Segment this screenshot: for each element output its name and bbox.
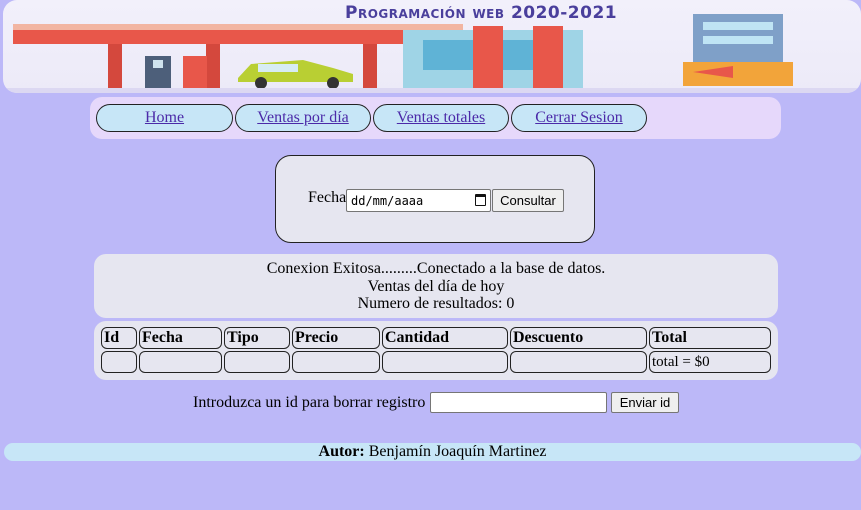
table-header-descuento: Descuento bbox=[510, 327, 647, 349]
nav-cerrar-sesion-link[interactable]: Cerrar Sesion bbox=[511, 104, 647, 132]
header-banner: Programación web 2020-2021 bbox=[3, 0, 861, 93]
table-cell bbox=[292, 351, 380, 373]
table-header-fecha: Fecha bbox=[139, 327, 222, 349]
table-cell bbox=[101, 351, 137, 373]
table-cell bbox=[139, 351, 222, 373]
sales-table: Id Fecha Tipo Precio Cantidad Descuento … bbox=[94, 321, 778, 380]
author-name: Benjamín Joaquín Martinez bbox=[368, 443, 547, 460]
results-count: Numero de resultados: 0 bbox=[357, 295, 515, 312]
connection-status: Conexion Exitosa.........Conectado a la … bbox=[266, 260, 606, 277]
date-query-form: Fecha dd/mm/aaaa Consultar bbox=[275, 155, 595, 243]
footer: Autor: Benjamín Joaquín Martinez bbox=[4, 443, 861, 461]
banner-title: Programación web 2020-2021 bbox=[345, 3, 618, 23]
nav-bar: Home Ventas por día Ventas totales Cerra… bbox=[90, 97, 781, 139]
status-panel: Conexion Exitosa.........Conectado a la … bbox=[94, 254, 778, 318]
date-label: Fecha bbox=[308, 189, 347, 206]
nav-ventas-totales-link[interactable]: Ventas totales bbox=[373, 104, 509, 132]
table-header-id: Id bbox=[101, 327, 137, 349]
delete-id-label: Introduzca un id para borrar registro bbox=[193, 394, 426, 411]
author-label: Autor: bbox=[318, 443, 365, 460]
table-cell bbox=[382, 351, 508, 373]
date-placeholder: dd/mm/aaaa bbox=[351, 193, 424, 208]
table-header-precio: Precio bbox=[292, 327, 380, 349]
table-total-cell: total = $0 bbox=[649, 351, 771, 373]
table-header-tipo: Tipo bbox=[224, 327, 290, 349]
sales-heading: Ventas del día de hoy bbox=[367, 277, 505, 295]
table-header-total: Total bbox=[649, 327, 771, 349]
delete-id-input[interactable] bbox=[430, 392, 607, 413]
nav-ventas-por-dia-link[interactable]: Ventas por día bbox=[235, 104, 371, 132]
table-cell bbox=[224, 351, 290, 373]
table-header-cantidad: Cantidad bbox=[382, 327, 508, 349]
nav-home-link[interactable]: Home bbox=[96, 104, 233, 132]
enviar-id-button[interactable]: Enviar id bbox=[611, 392, 679, 413]
consultar-button[interactable]: Consultar bbox=[492, 189, 564, 212]
table-cell bbox=[510, 351, 647, 373]
date-input[interactable]: dd/mm/aaaa bbox=[346, 189, 491, 212]
calendar-icon[interactable] bbox=[475, 194, 486, 206]
